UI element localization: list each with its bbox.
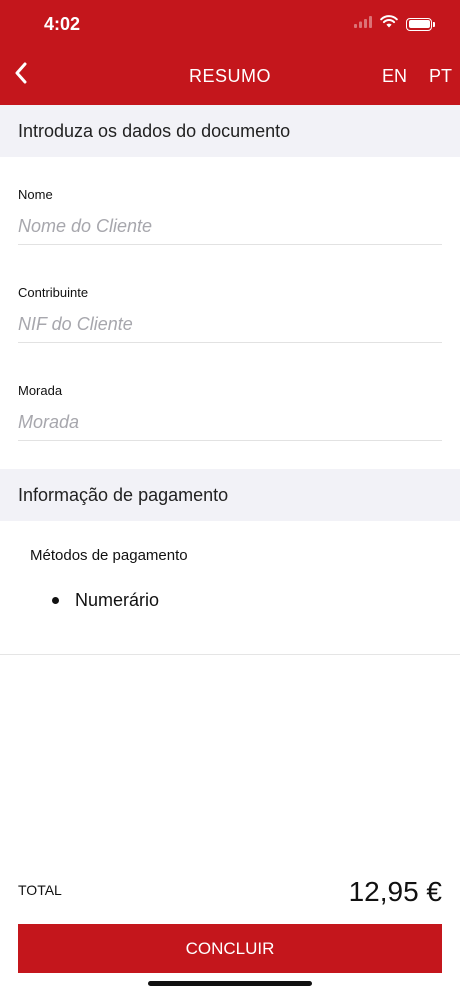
address-input[interactable] xyxy=(18,411,442,441)
payment-section-header: Informação de pagamento xyxy=(0,469,460,521)
address-field-group: Morada xyxy=(0,353,460,451)
nif-field-group: Contribuinte xyxy=(0,255,460,353)
status-time: 4:02 xyxy=(44,14,81,34)
payment-methods: Métodos de pagamento Numerário xyxy=(0,521,460,655)
language-pt-button[interactable]: PT xyxy=(429,66,452,87)
payment-method-item: Numerário xyxy=(52,590,159,611)
address-label: Morada xyxy=(18,383,63,398)
payment-method-label: Numerário xyxy=(75,590,160,610)
name-label: Nome xyxy=(18,187,53,202)
language-en-button[interactable]: EN xyxy=(382,66,407,87)
status-icons xyxy=(354,15,435,33)
nif-label: Contribuinte xyxy=(18,285,89,300)
wifi-icon xyxy=(380,15,398,33)
battery-icon xyxy=(406,17,435,31)
name-input[interactable] xyxy=(18,215,442,245)
status-bar: 4:02 xyxy=(0,0,460,50)
home-indicator xyxy=(148,981,312,986)
total-label: TOTAL xyxy=(18,882,62,898)
document-section-header: Introduza os dados do documento xyxy=(0,105,460,157)
nav-bar: RESUMO EN PT xyxy=(0,50,460,105)
name-field-group: Nome xyxy=(0,157,460,255)
app-header: 4:02 RESUMO EN PT xyxy=(0,0,460,105)
total-value: 12,95 € xyxy=(348,876,442,907)
payment-methods-label: Métodos de pagamento xyxy=(30,547,188,564)
nif-input[interactable] xyxy=(18,313,442,343)
bullet-icon xyxy=(52,597,59,604)
conclude-button[interactable]: CONCLUIR xyxy=(18,924,442,973)
total-row: TOTAL 12,95 € xyxy=(18,874,442,914)
signal-icon xyxy=(354,15,372,33)
